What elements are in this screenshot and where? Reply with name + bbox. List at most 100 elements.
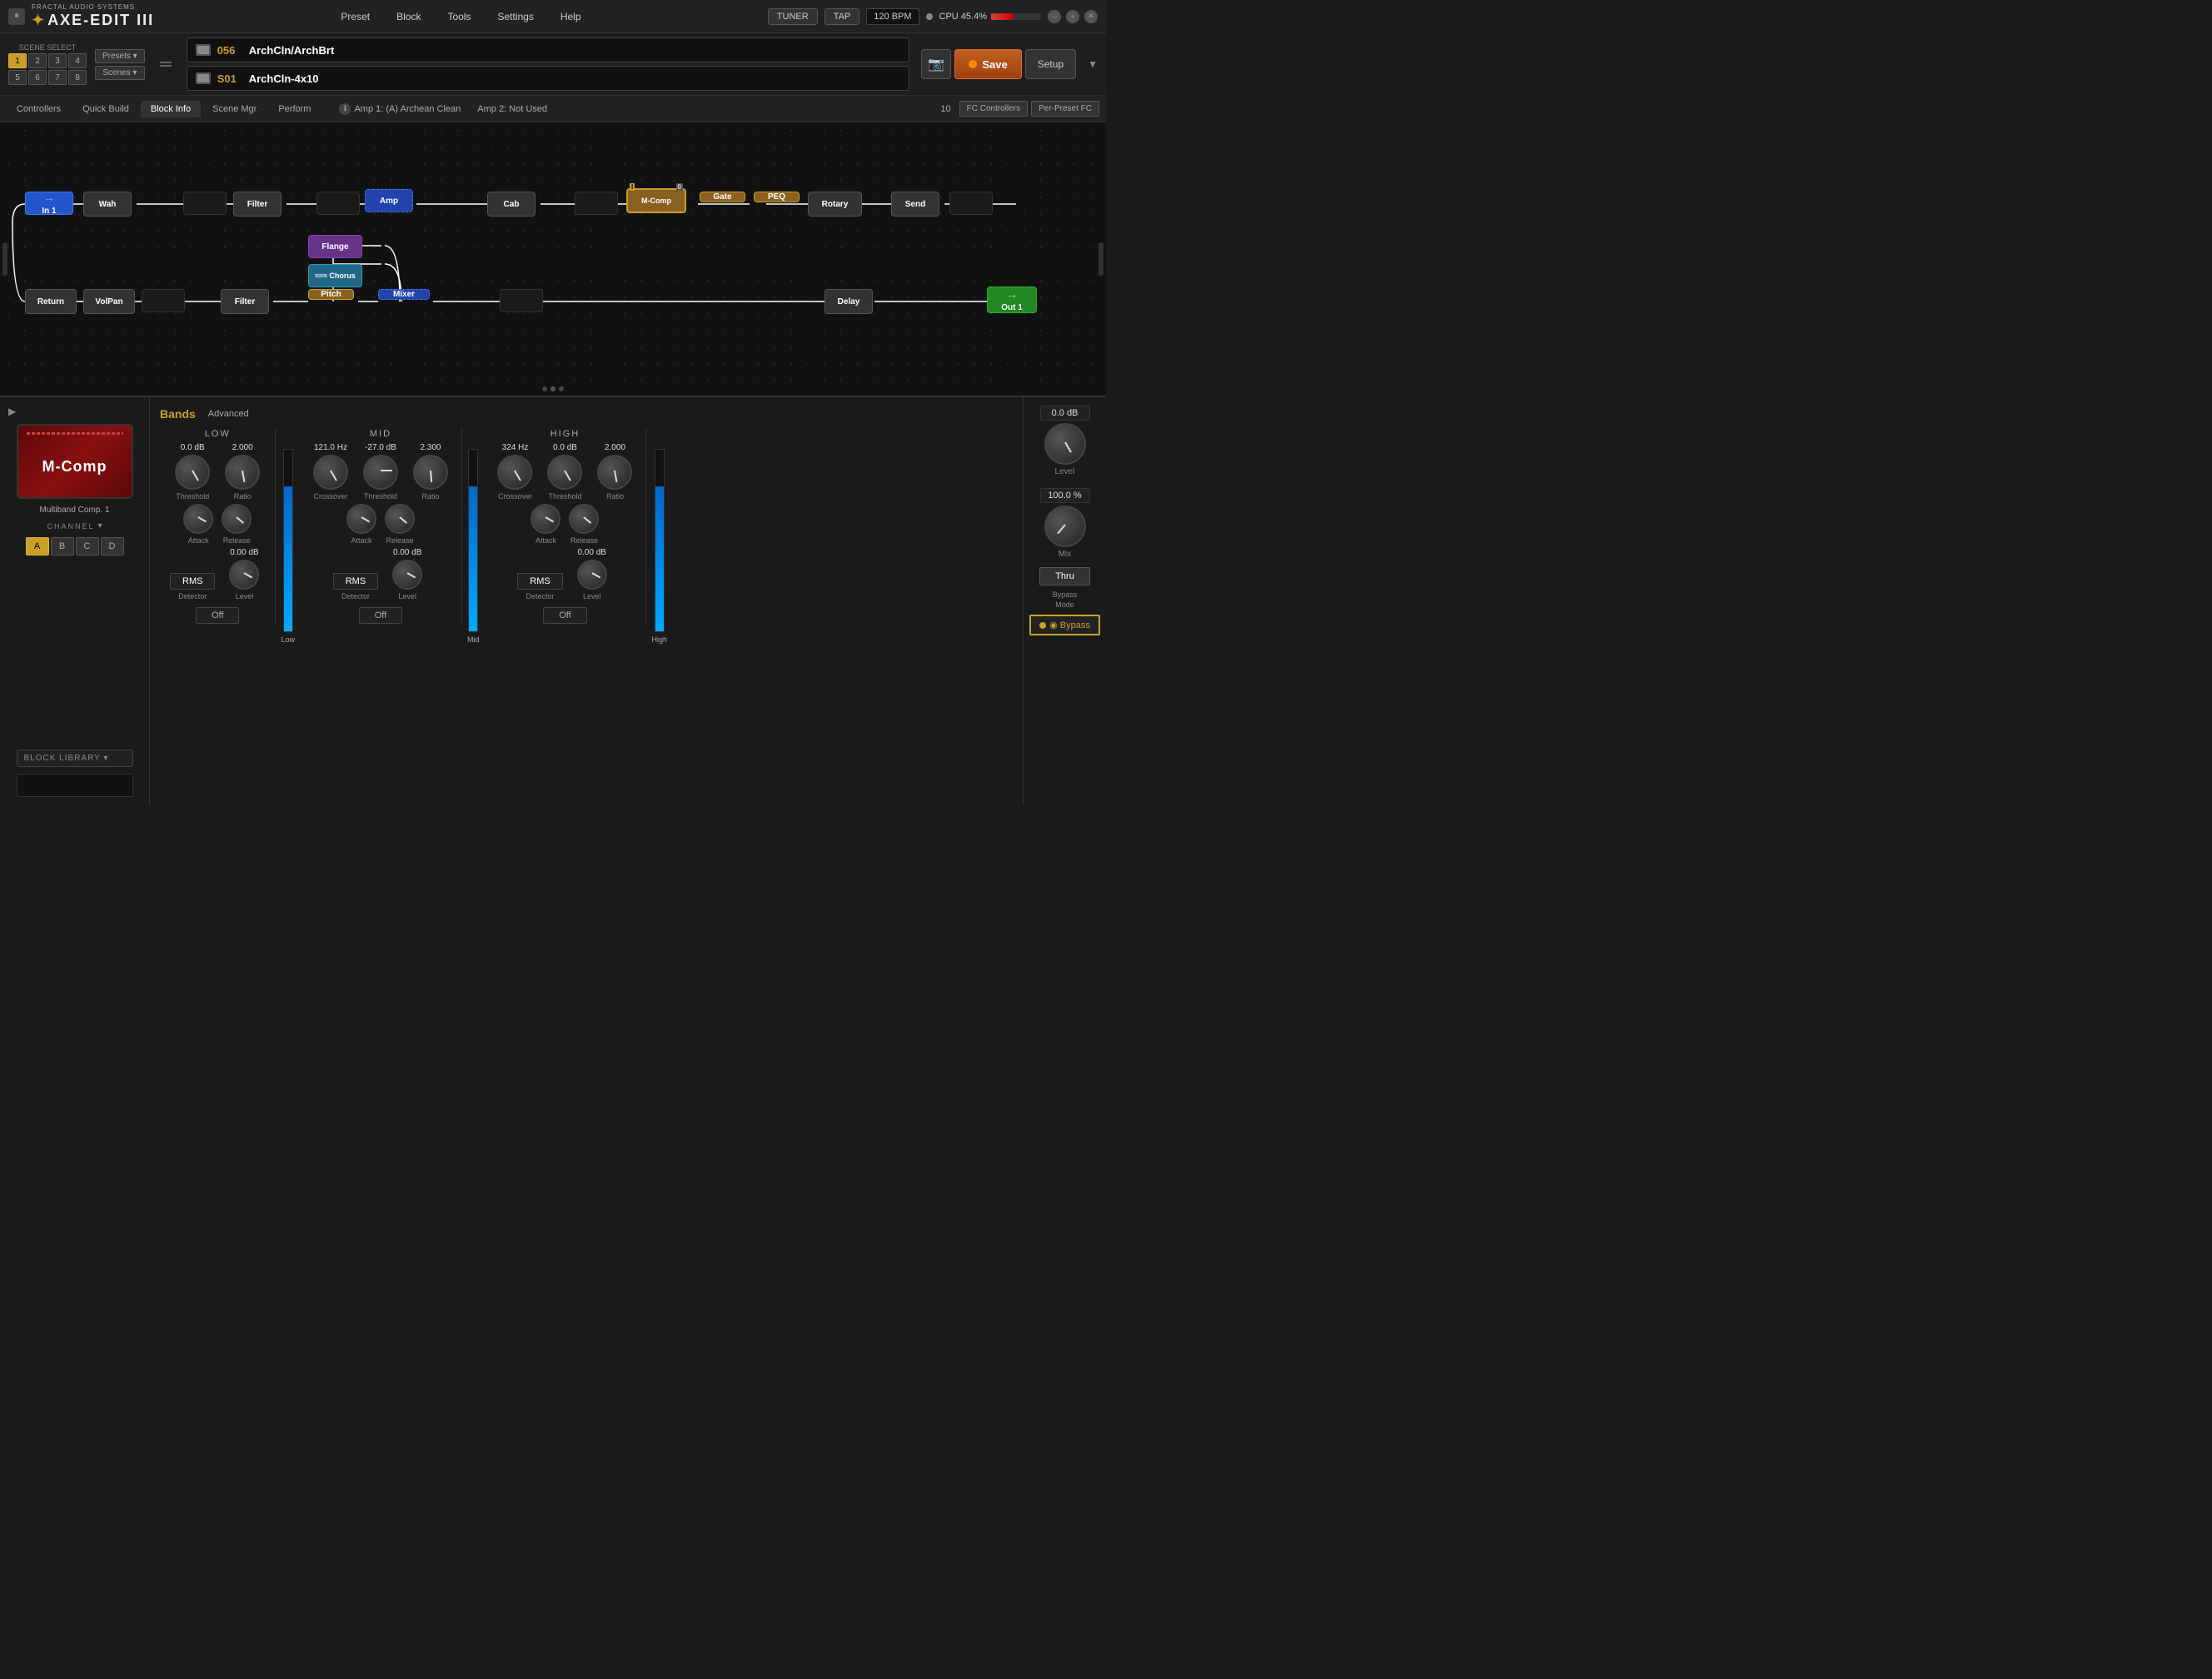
scenes-dropdown[interactable]: Scenes ▾ <box>95 66 145 80</box>
preset-icon[interactable] <box>160 62 172 67</box>
right-level-knob[interactable] <box>1044 423 1086 465</box>
thru-button[interactable]: Thru <box>1039 567 1090 585</box>
preset-row-scene[interactable]: S01 ArchCln-4x10 <box>187 66 910 91</box>
low-level-knob[interactable] <box>229 560 259 590</box>
per-preset-fc-btn[interactable]: Per-Preset FC <box>1031 101 1099 117</box>
preset-icon-main <box>196 44 211 56</box>
high-detector-btn[interactable]: RMS <box>517 573 562 590</box>
scene-btn-5[interactable]: 5 <box>8 70 27 85</box>
block-peq[interactable]: PEQ <box>754 192 800 202</box>
mid-off-btn[interactable]: Off <box>359 607 402 624</box>
low-ratio-knob[interactable] <box>225 455 260 490</box>
right-mix-knob[interactable] <box>1044 506 1086 547</box>
mid-level-knob[interactable] <box>392 560 422 590</box>
tab-blockinfo[interactable]: Block Info <box>141 101 201 117</box>
block-flange[interactable]: Flange <box>308 235 362 258</box>
block-wah[interactable]: Wah <box>83 192 132 217</box>
high-label: High <box>651 635 667 644</box>
close-button[interactable]: ✕ <box>1084 10 1098 23</box>
bypass-button[interactable]: ◉ Bypass <box>1029 615 1100 635</box>
tab-quickbuild[interactable]: Quick Build <box>72 101 139 117</box>
block-send[interactable]: Send <box>891 192 939 217</box>
channel-dropdown[interactable]: ▾ <box>97 521 102 531</box>
block-empty-1 <box>183 192 227 215</box>
block-in1[interactable]: → In 1 <box>25 192 73 215</box>
channel-b-btn[interactable]: B <box>51 537 74 556</box>
low-vu-bar <box>283 449 293 632</box>
menu-settings[interactable]: Settings <box>492 7 538 26</box>
scene-btn-7[interactable]: 7 <box>48 70 67 85</box>
preset-arrow[interactable]: ▼ <box>1088 58 1098 70</box>
mid-release-knob[interactable] <box>385 504 415 534</box>
high-release-knob[interactable] <box>569 504 599 534</box>
channel-label: CHANNEL <box>47 522 94 531</box>
scene-btn-3[interactable]: 3 <box>48 53 67 68</box>
tuner-button[interactable]: TUNER <box>768 8 818 25</box>
block-chorus[interactable]: ≈≈≈ Chorus <box>308 264 362 287</box>
channel-a-btn[interactable]: A <box>26 537 49 556</box>
save-button[interactable]: Save <box>954 49 1021 79</box>
sidebar-collapse-arrow[interactable]: ▶ <box>8 406 16 417</box>
tap-button[interactable]: TAP <box>825 8 860 25</box>
pause-button[interactable]: ⏸ <box>8 8 25 25</box>
setup-button[interactable]: Setup <box>1025 49 1076 79</box>
tab-scenemgr[interactable]: Scene Mgr <box>202 101 267 117</box>
menu-preset[interactable]: Preset <box>336 7 375 26</box>
block-delay[interactable]: Delay <box>825 289 873 314</box>
tab-perform[interactable]: Perform <box>268 101 321 117</box>
block-filter-2[interactable]: Filter <box>221 289 269 314</box>
preset-row-main[interactable]: 056 ArchCln/ArchBrt <box>187 37 910 62</box>
menu-tools[interactable]: Tools <box>442 7 476 26</box>
scene-btn-8[interactable]: 8 <box>68 70 87 85</box>
high-level-knob[interactable] <box>577 560 607 590</box>
block-amp[interactable]: Amp <box>365 189 413 212</box>
minimize-button[interactable]: ─ <box>1048 10 1061 23</box>
block-pitch[interactable]: Pitch <box>308 289 354 300</box>
mid-detector-btn[interactable]: RMS <box>333 573 378 590</box>
scene-btn-6[interactable]: 6 <box>28 70 47 85</box>
scene-btn-4[interactable]: 4 <box>68 53 87 68</box>
menu-help[interactable]: Help <box>555 7 586 26</box>
high-attack-knob[interactable] <box>531 504 560 534</box>
low-threshold-knob[interactable] <box>175 455 210 490</box>
mid-threshold-knob[interactable] <box>363 455 398 490</box>
block-out1[interactable]: → Out 1 <box>987 286 1037 313</box>
camera-button[interactable]: 📷 <box>921 49 951 79</box>
advanced-button[interactable]: Advanced <box>208 409 249 419</box>
high-crossover-knob[interactable] <box>497 455 532 490</box>
scene-btn-1[interactable]: 1 <box>8 53 27 68</box>
low-detector-btn[interactable]: RMS <box>170 573 215 590</box>
block-volpan[interactable]: VolPan <box>83 289 135 314</box>
maximize-button[interactable]: + <box>1066 10 1079 23</box>
block-mcomp[interactable]: I M-Comp 0 <box>626 188 686 213</box>
block-return[interactable]: Return <box>25 289 77 314</box>
low-off-btn[interactable]: Off <box>196 607 239 624</box>
mid-ratio-knob[interactable] <box>413 455 448 490</box>
low-release-knob[interactable] <box>222 504 252 534</box>
mid-attack-knob[interactable] <box>346 504 376 534</box>
high-threshold-knob[interactable] <box>547 455 582 490</box>
channel-c-btn[interactable]: C <box>76 537 99 556</box>
high-ratio-knob[interactable] <box>597 455 632 490</box>
scene-btn-2[interactable]: 2 <box>28 53 47 68</box>
tab-controllers[interactable]: Controllers <box>7 101 71 117</box>
low-attack-knob[interactable] <box>183 504 213 534</box>
high-off-btn[interactable]: Off <box>543 607 586 624</box>
high-vu-bar <box>655 449 665 632</box>
mid-crossover-knob[interactable] <box>313 455 348 490</box>
high-ratio-label: Ratio <box>606 492 624 501</box>
block-library-input[interactable] <box>17 774 133 797</box>
channel-d-btn[interactable]: D <box>101 537 124 556</box>
menu-block[interactable]: Block <box>391 7 426 26</box>
low-vu-fill <box>284 486 292 631</box>
block-gate[interactable]: Gate <box>700 192 745 202</box>
mid-detector-wrap: RMS Detector <box>333 570 378 600</box>
block-rotary[interactable]: Rotary <box>808 192 862 217</box>
block-cab[interactable]: Cab <box>487 192 536 217</box>
block-mixer[interactable]: Mixer <box>378 289 430 300</box>
high-top-row: 324 Hz Crossover 0.0 dB Threshold 2.000 … <box>494 443 635 501</box>
block-filter-1[interactable]: Filter <box>233 192 281 217</box>
fc-controllers-btn[interactable]: FC Controllers <box>959 101 1028 117</box>
block-library-button[interactable]: BLOCK LIBRARY ▾ <box>17 750 133 767</box>
presets-dropdown[interactable]: Presets ▾ <box>95 49 145 63</box>
